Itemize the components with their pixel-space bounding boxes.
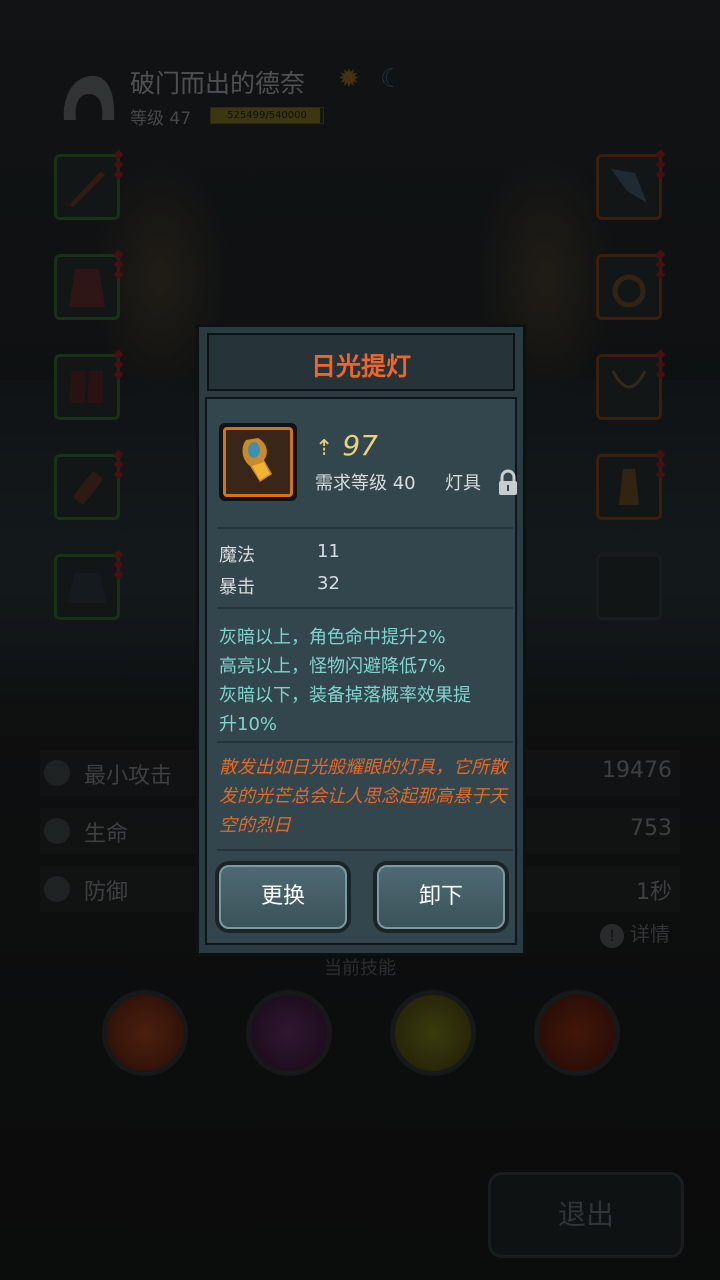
divider: [217, 741, 513, 743]
divider: [217, 527, 513, 529]
effect-line: 升10%: [219, 714, 278, 735]
attr-name: 魔法: [219, 545, 255, 566]
required-level: 需求等级 40: [315, 473, 416, 494]
lock-icon[interactable]: [497, 469, 519, 497]
item-icon-frame: [219, 423, 297, 501]
item-type: 灯具: [445, 473, 481, 494]
divider: [217, 849, 513, 851]
effect-line: 灰暗以上，角色命中提升2%: [219, 627, 446, 648]
item-power: ⇡ 97: [315, 429, 378, 462]
attr-value: 32: [317, 573, 340, 594]
dialog-body: ⇡ 97 需求等级 40 灯具 魔法 11 暴击 32 灰暗以上，角色命中提升2…: [205, 397, 517, 945]
item-title: 日光提灯: [310, 352, 411, 381]
effect-line: 高亮以上，怪物闪避降低7%: [219, 656, 446, 677]
replace-button[interactable]: 更换: [215, 861, 351, 933]
power-up-icon: ⇡: [315, 436, 334, 461]
replace-button-label: 更换: [219, 865, 347, 929]
item-effects: 灰暗以上，角色命中提升2% 高亮以上，怪物闪避降低7% 灰暗以下，装备掉落概率效…: [219, 623, 509, 739]
power-value: 97: [342, 429, 378, 462]
item-detail-dialog: 日光提灯 ⇡ 97 需求等级 40 灯具 魔法 11 暴击 32 灰暗以上，角色…: [196, 324, 526, 956]
dialog-header: 日光提灯: [207, 333, 515, 391]
attr-name: 暴击: [219, 577, 255, 598]
unequip-button-label: 卸下: [377, 865, 505, 929]
effect-line: 灰暗以下，装备掉落概率效果提: [219, 685, 471, 706]
attr-value: 11: [317, 541, 340, 562]
unequip-button[interactable]: 卸下: [373, 861, 509, 933]
sun-lantern-icon: [242, 438, 272, 482]
divider: [217, 607, 513, 609]
item-lore: 散发出如日光般耀眼的灯具，它所散发的光芒总会让人思念起那高悬于天空的烈日: [219, 757, 507, 836]
